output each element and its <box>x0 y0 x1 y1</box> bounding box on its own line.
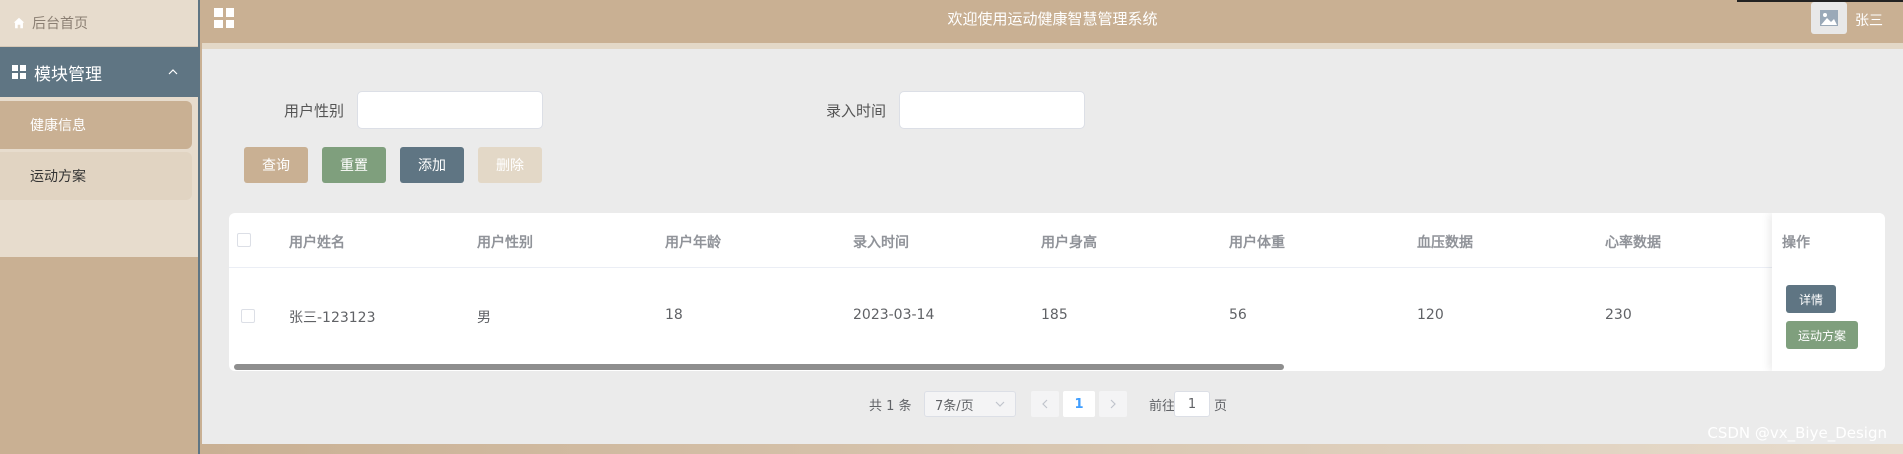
gender-input[interactable] <box>357 91 543 129</box>
sidebar-item-label: 健康信息 <box>30 118 86 134</box>
page-suffix: 页 <box>1214 398 1228 414</box>
sidebar-group-module-management[interactable]: 模块管理 <box>0 47 198 97</box>
main-content: 用户性别 录入时间 查询 重置 添加 删除 用户姓名 用户性别 用户年龄 录入时… <box>202 43 1903 444</box>
pagination-total: 共 1 条 <box>869 398 912 414</box>
row-checkbox[interactable] <box>241 309 255 323</box>
watermark: CSDN @vx_Biye_Design <box>1707 424 1887 442</box>
col-header: 心率数据 <box>1605 235 1661 251</box>
reset-button[interactable]: 重置 <box>322 147 386 183</box>
page-size-value: 7条/页 <box>935 398 974 414</box>
query-button[interactable]: 查询 <box>244 147 308 183</box>
chevron-left-icon <box>1042 399 1048 409</box>
username[interactable]: 张三 <box>1855 10 1883 30</box>
col-header: 录入时间 <box>853 235 909 251</box>
col-header: 用户年龄 <box>665 235 721 251</box>
delete-button[interactable]: 删除 <box>478 147 542 183</box>
page-number[interactable]: 1 <box>1063 391 1095 417</box>
sidebar: 后台首页 模块管理 健康信息 运动方案 <box>0 0 200 454</box>
time-input[interactable] <box>899 91 1085 129</box>
select-all-checkbox[interactable] <box>237 233 251 247</box>
home-icon <box>13 17 25 29</box>
page-size-select[interactable]: 7条/页 <box>924 391 1016 417</box>
exercise-plan-button[interactable]: 运动方案 <box>1786 321 1858 349</box>
cell-age: 18 <box>665 307 683 323</box>
sidebar-home-label: 后台首页 <box>32 16 88 32</box>
cell-name: 张三-123123 <box>289 310 376 326</box>
sidebar-item-health-info[interactable]: 健康信息 <box>0 101 192 149</box>
cell-weight: 56 <box>1229 307 1247 323</box>
avatar[interactable] <box>1811 2 1847 34</box>
col-header: 用户身高 <box>1041 235 1097 251</box>
cell-height: 185 <box>1041 307 1068 323</box>
chevron-right-icon <box>1110 399 1116 409</box>
sidebar-item-label: 运动方案 <box>30 169 86 185</box>
footer-strip <box>202 444 1903 454</box>
sidebar-item-exercise-plan[interactable]: 运动方案 <box>0 152 192 200</box>
gender-label: 用户性别 <box>284 102 345 120</box>
col-header: 用户体重 <box>1229 235 1285 251</box>
top-header: 欢迎使用运动健康智慧管理系统 张三 <box>202 0 1903 43</box>
chevron-down-icon <box>995 401 1005 407</box>
operation-column: 操作 详情 运动方案 <box>1772 213 1885 371</box>
sidebar-group-label: 模块管理 <box>34 64 102 85</box>
col-header: 用户姓名 <box>289 235 345 251</box>
cell-heart-rate: 230 <box>1605 307 1632 323</box>
sidebar-item-home[interactable]: 后台首页 <box>0 0 198 47</box>
col-header: 用户性别 <box>477 235 533 251</box>
page-title: 欢迎使用运动健康智慧管理系统 <box>947 10 1158 28</box>
search-form: 用户性别 录入时间 <box>202 91 1903 129</box>
data-table: 用户姓名 用户性别 用户年龄 录入时间 用户身高 用户体重 血压数据 心率数据 … <box>229 213 1885 371</box>
table-header: 用户姓名 用户性别 用户年龄 录入时间 用户身高 用户体重 血压数据 心率数据 <box>229 213 1885 268</box>
horizontal-scrollbar[interactable] <box>234 364 1284 370</box>
goto-label: 前往 <box>1149 398 1176 414</box>
col-header: 操作 <box>1782 235 1810 251</box>
cell-gender: 男 <box>477 310 491 326</box>
add-button[interactable]: 添加 <box>400 147 464 183</box>
grid-icon <box>12 65 26 79</box>
pagination: 共 1 条 7条/页 1 前往 1 页 <box>202 391 1903 417</box>
cell-time: 2023-03-14 <box>853 307 935 323</box>
prev-page-button[interactable] <box>1031 391 1059 417</box>
detail-button[interactable]: 详情 <box>1786 285 1836 313</box>
action-buttons: 查询 重置 添加 删除 <box>244 147 542 183</box>
image-icon <box>1820 10 1838 26</box>
table-row: 张三-123123 男 18 2023-03-14 185 56 120 230 <box>229 269 1885 365</box>
next-page-button[interactable] <box>1099 391 1127 417</box>
col-header: 血压数据 <box>1417 235 1473 251</box>
sidebar-submenu: 健康信息 运动方案 <box>0 97 198 257</box>
chevron-up-icon <box>168 69 178 75</box>
goto-input[interactable]: 1 <box>1174 391 1210 417</box>
cell-blood-pressure: 120 <box>1417 307 1444 323</box>
time-label: 录入时间 <box>826 102 887 120</box>
